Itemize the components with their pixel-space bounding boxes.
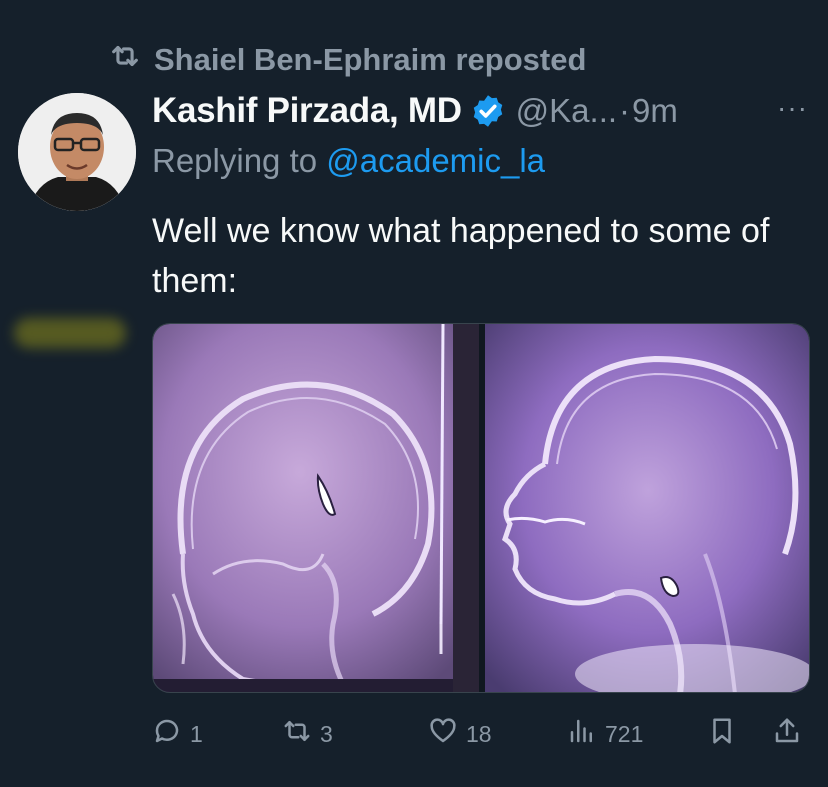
bookmark-icon (707, 716, 737, 752)
tweet-header: Kashif Pirzada, MD @Ka... · 9m ··· (152, 88, 808, 134)
share-icon (772, 716, 802, 752)
replying-prefix: Replying to (152, 142, 327, 179)
repost-indicator[interactable]: Shaiel Ben-Ephraim reposted (108, 40, 586, 80)
verified-badge-icon[interactable] (470, 93, 506, 129)
bookmark-button[interactable] (707, 712, 737, 756)
action-bar: 1 3 18 721 (152, 712, 812, 756)
avatar[interactable] (18, 93, 136, 211)
like-button[interactable]: 18 (428, 712, 492, 756)
tweet-media[interactable] (152, 323, 810, 693)
heart-icon (428, 716, 458, 752)
blurred-overlay (14, 318, 126, 348)
more-options-icon[interactable]: ··· (777, 92, 808, 124)
reply-mention-link[interactable]: @academic_la (326, 142, 545, 179)
reply-count: 1 (190, 720, 203, 747)
share-button[interactable] (772, 712, 802, 756)
replying-to: Replying to @academic_la (152, 142, 545, 180)
repost-icon (108, 39, 142, 81)
repost-count: 3 (320, 720, 333, 747)
xray-image-right[interactable] (485, 324, 809, 692)
retweet-icon (282, 716, 312, 752)
repost-label: Shaiel Ben-Ephraim reposted (154, 42, 587, 77)
reply-button[interactable]: 1 (152, 712, 203, 756)
analytics-icon (567, 716, 597, 752)
reply-icon (152, 716, 182, 752)
timestamp[interactable]: 9m (632, 92, 678, 130)
view-count: 721 (605, 720, 644, 747)
author-name[interactable]: Kashif Pirzada, MD (152, 91, 462, 131)
views-button[interactable]: 721 (567, 712, 643, 756)
like-count: 18 (466, 720, 492, 747)
repost-button[interactable]: 3 (282, 712, 333, 756)
xray-image-left[interactable] (153, 324, 479, 692)
author-handle[interactable]: @Ka... (516, 92, 617, 130)
tweet-body: Well we know what happened to some of th… (152, 212, 770, 300)
separator-dot: · (619, 92, 631, 129)
tweet-screen: Shaiel Ben-Ephraim reposted Kashif Pirza… (0, 0, 828, 787)
